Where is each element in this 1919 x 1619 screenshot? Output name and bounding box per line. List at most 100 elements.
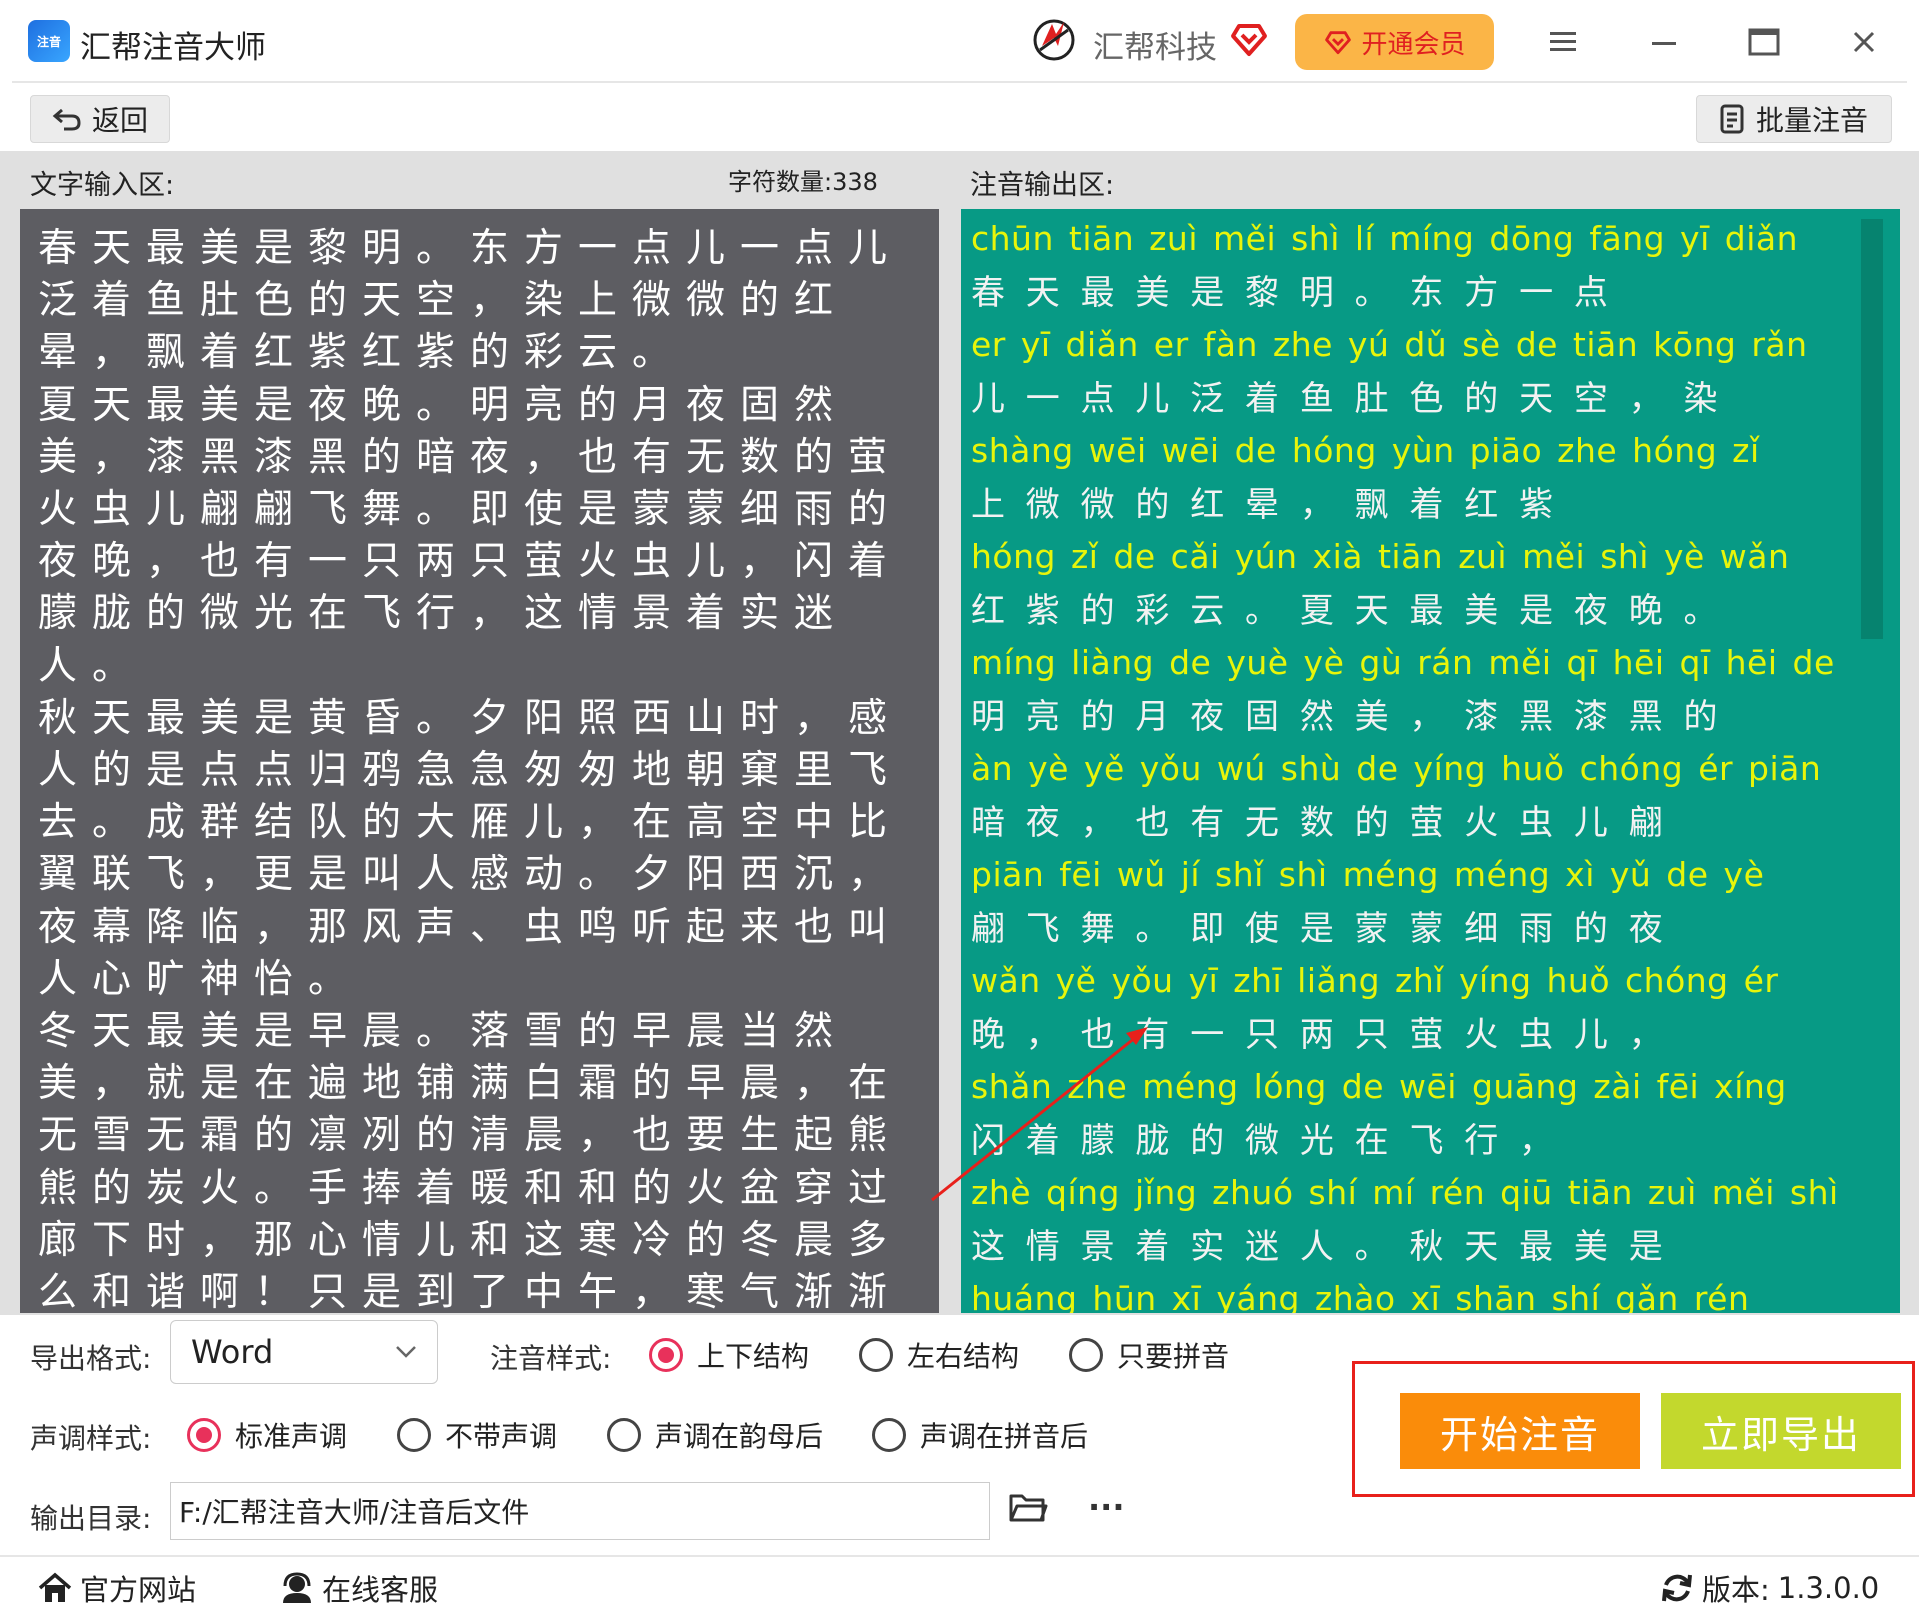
version-info[interactable]: 版本: 1.3.0.0 bbox=[1660, 1567, 1879, 1609]
app-logo: 注音 bbox=[28, 20, 70, 62]
minimize-icon bbox=[1652, 42, 1676, 45]
pinyin-row: chūn tiān zuì měi shì lí míng dōng fāng … bbox=[971, 219, 1871, 325]
pinyin-row: er yī diǎn er fàn zhe yú dǔ sè de tiān k… bbox=[971, 325, 1871, 431]
hanzi-line: 暗 夜 ， 也 有 无 数 的 萤 火 虫 儿 翩 bbox=[971, 803, 1668, 843]
style-radio-label: 左右结构 bbox=[907, 1340, 1020, 1373]
menu-button[interactable] bbox=[1542, 20, 1586, 64]
pinyin-row: huáng hūn xī yáng zhào xī shān shí gǎn r… bbox=[971, 1279, 1871, 1313]
pinyin-row: hóng zǐ de cǎi yún xià tiān zuì měi shì … bbox=[971, 537, 1871, 643]
vip-button[interactable]: 开通会员 bbox=[1295, 14, 1494, 70]
start-annotate-button[interactable]: 开始注音 bbox=[1400, 1393, 1640, 1469]
hanzi-line: 翩 飞 舞 。 即 使 是 蒙 蒙 细 雨 的 夜 bbox=[971, 909, 1668, 949]
pinyin-line: zhè qíng jǐng zhuó shí mí rén qiū tiān z… bbox=[971, 1173, 1839, 1212]
radio-selected-icon bbox=[187, 1418, 221, 1452]
official-site-link[interactable]: 官方网站 bbox=[38, 1567, 196, 1609]
chevron-down-icon bbox=[396, 1346, 416, 1358]
version-label: 版本: bbox=[1702, 1573, 1770, 1607]
pinyin-row: shǎn zhe méng lóng de wēi guāng zài fēi … bbox=[971, 1067, 1871, 1173]
input-area-label: 文字输入区: bbox=[30, 170, 175, 201]
style-radio-vertical[interactable]: 上下结构 bbox=[649, 1335, 809, 1375]
style-radio-label: 上下结构 bbox=[697, 1340, 810, 1373]
brand-logo-icon bbox=[1033, 19, 1075, 61]
pinyin-output-area[interactable]: chūn tiān zuì měi shì lí míng dōng fāng … bbox=[961, 209, 1900, 1313]
title-bar bbox=[0, 0, 1919, 82]
style-radio-label: 只要拼音 bbox=[1117, 1340, 1230, 1373]
pinyin-line: hóng zǐ de cǎi yún xià tiān zuì měi shì … bbox=[971, 537, 1790, 576]
char-count: 字符数量:338 bbox=[728, 162, 878, 197]
output-dir-field[interactable]: F:/汇帮注音大师/注音后文件 bbox=[170, 1482, 990, 1540]
version-value: 1.3.0.0 bbox=[1777, 1571, 1880, 1605]
tone-radio-after-final[interactable]: 声调在韵母后 bbox=[607, 1415, 823, 1455]
pinyin-line: àn yè yě yǒu wú shù de yíng huǒ chóng ér… bbox=[971, 749, 1822, 788]
tone-radio-standard[interactable]: 标准声调 bbox=[187, 1415, 347, 1455]
style-label: 注音样式: bbox=[490, 1342, 612, 1375]
brand-name: 汇帮科技 bbox=[1093, 30, 1217, 66]
minimize-button[interactable] bbox=[1642, 20, 1686, 64]
dir-label: 输出目录: bbox=[30, 1502, 152, 1535]
format-label: 导出格式: bbox=[30, 1342, 152, 1375]
radio-icon bbox=[607, 1418, 641, 1452]
text-input-area[interactable]: 春天最美是黎明。东方一点儿一点儿泛着鱼肚色的天空，染上微微的红晕，飘着红紫红紫的… bbox=[20, 209, 939, 1313]
folder-icon bbox=[1009, 1494, 1048, 1522]
hanzi-line: 儿 一 点 儿 泛 着 鱼 肚 色 的 天 空 ， 染 bbox=[971, 379, 1723, 419]
style-radio-horizontal[interactable]: 左右结构 bbox=[859, 1335, 1019, 1375]
divider bbox=[0, 1555, 1919, 1557]
open-folder-button[interactable] bbox=[1008, 1490, 1048, 1528]
vip-label: 开通会员 bbox=[1361, 29, 1466, 60]
char-count-value: 338 bbox=[832, 168, 878, 196]
output-dir-value: F:/汇帮注音大师/注音后文件 bbox=[179, 1496, 530, 1529]
diamond-icon bbox=[1325, 31, 1352, 55]
maximize-icon bbox=[1748, 28, 1780, 56]
maximize-button[interactable] bbox=[1742, 20, 1786, 64]
tone-radio-label: 声调在韵母后 bbox=[655, 1420, 824, 1453]
hanzi-line: 上 微 微 的 红 晕 ， 飘 着 红 紫 bbox=[971, 485, 1559, 525]
more-button[interactable]: ··· bbox=[1088, 1488, 1124, 1526]
radio-icon bbox=[397, 1418, 431, 1452]
back-label: 返回 bbox=[91, 104, 148, 137]
customer-service-icon bbox=[283, 1572, 311, 1603]
hanzi-line: 明 亮 的 月 夜 固 然 美 ， 漆 黑 漆 黑 的 bbox=[971, 697, 1723, 737]
diamond-heart-icon bbox=[1231, 24, 1267, 56]
batch-label: 批量注音 bbox=[1755, 104, 1868, 137]
char-count-label: 字符数量: bbox=[728, 168, 833, 196]
export-now-button[interactable]: 立即导出 bbox=[1661, 1393, 1901, 1469]
online-service-link[interactable]: 在线客服 bbox=[280, 1567, 438, 1609]
hamburger-icon bbox=[1550, 32, 1576, 51]
radio-icon bbox=[872, 1418, 906, 1452]
document-icon bbox=[1720, 104, 1744, 134]
pinyin-line: shàng wēi wēi de hóng yùn piāo zhe hóng … bbox=[971, 431, 1760, 470]
input-text[interactable]: 春天最美是黎明。东方一点儿一点儿泛着鱼肚色的天空，染上微微的红晕，飘着红紫红紫的… bbox=[38, 223, 918, 1313]
pinyin-line: piān fēi wǔ jí shǐ shì méng méng xì yǔ d… bbox=[971, 855, 1765, 894]
pinyin-row: míng liàng de yuè yè gù rán měi qī hēi q… bbox=[971, 643, 1871, 749]
hanzi-line: 闪 着 朦 胧 的 微 光 在 飞 行 ， bbox=[971, 1121, 1559, 1161]
toolbar bbox=[0, 83, 1919, 151]
batch-annotate-button[interactable]: 批量注音 bbox=[1696, 95, 1892, 143]
style-radio-pinyin-only[interactable]: 只要拼音 bbox=[1069, 1335, 1229, 1375]
hanzi-line: 春 天 最 美 是 黎 明 。 东 方 一 点 bbox=[971, 273, 1613, 313]
output-scrollbar[interactable] bbox=[1861, 219, 1883, 639]
back-button[interactable]: 返回 bbox=[30, 95, 170, 143]
pinyin-row: zhè qíng jǐng zhuó shí mí rén qiū tiān z… bbox=[971, 1173, 1871, 1279]
close-button[interactable] bbox=[1842, 20, 1886, 64]
format-select[interactable]: Word bbox=[170, 1320, 438, 1384]
pinyin-line: shǎn zhe méng lóng de wēi guāng zài fēi … bbox=[971, 1067, 1787, 1106]
tone-radio-after-pinyin[interactable]: 声调在拼音后 bbox=[872, 1415, 1088, 1455]
radio-selected-icon bbox=[649, 1338, 683, 1372]
online-service-label: 在线客服 bbox=[322, 1573, 439, 1607]
home-icon bbox=[38, 1572, 72, 1602]
tone-radio-label: 声调在拼音后 bbox=[920, 1420, 1089, 1453]
official-site-label: 官方网站 bbox=[80, 1573, 197, 1607]
pinyin-row: shàng wēi wēi de hóng yùn piāo zhe hóng … bbox=[971, 431, 1871, 537]
tone-radio-none[interactable]: 不带声调 bbox=[397, 1415, 557, 1455]
close-icon bbox=[1853, 31, 1875, 53]
pinyin-row: piān fēi wǔ jí shǐ shì méng méng xì yǔ d… bbox=[971, 855, 1871, 961]
back-arrow-icon bbox=[52, 108, 81, 131]
hanzi-line: 晚 ， 也 有 一 只 两 只 萤 火 虫 儿 ， bbox=[971, 1015, 1668, 1055]
app-title: 汇帮注音大师 bbox=[80, 30, 266, 66]
hanzi-line: 这 情 景 着 实 迷 人 。 秋 天 最 美 是 bbox=[971, 1227, 1668, 1267]
format-value: Word bbox=[191, 1333, 274, 1371]
tone-radio-label: 不带声调 bbox=[445, 1420, 558, 1453]
tone-radio-label: 标准声调 bbox=[235, 1420, 348, 1453]
pinyin-row: wǎn yě yǒu yī zhī liǎng zhǐ yíng huǒ chó… bbox=[971, 961, 1871, 1067]
radio-icon bbox=[1069, 1338, 1103, 1372]
